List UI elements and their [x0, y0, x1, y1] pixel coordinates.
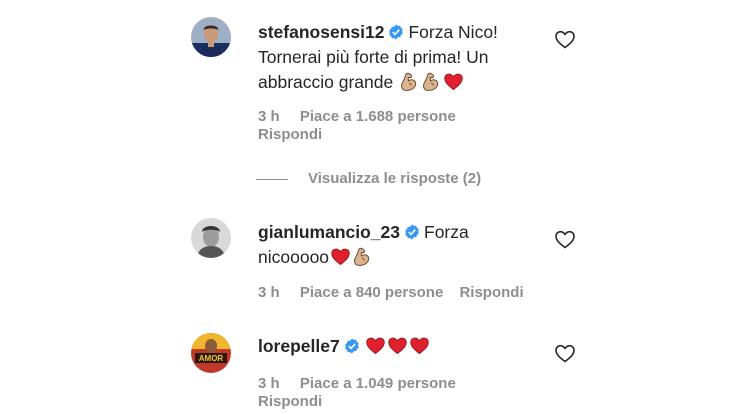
- likes-count[interactable]: Piace a 840 persone: [300, 283, 443, 303]
- view-replies-button[interactable]: Visualizza le risposte (2): [256, 170, 481, 187]
- timestamp: 3 h: [258, 284, 280, 301]
- flexed-biceps-icon: [401, 72, 417, 91]
- reply-button[interactable]: Rispondi: [459, 283, 523, 303]
- comment-text: Forza Nico!: [408, 22, 498, 42]
- like-heart-icon[interactable]: [554, 343, 576, 363]
- like-heart-icon[interactable]: [554, 29, 576, 49]
- reply-button[interactable]: Rispondi: [258, 125, 322, 145]
- verified-badge-icon: [388, 24, 405, 40]
- likes-count[interactable]: Piace a 1.049 persone: [300, 374, 456, 394]
- avatar-label: AMOR: [199, 354, 224, 363]
- flexed-biceps-icon: [354, 247, 370, 266]
- comment-text: Tornerai più forte di prima! Un: [258, 47, 489, 67]
- view-replies-label: Visualizza le risposte (2): [308, 170, 482, 187]
- like-heart-icon[interactable]: [554, 229, 576, 249]
- avatar[interactable]: [191, 17, 231, 57]
- comment-text: Forza: [424, 222, 469, 242]
- red-heart-icon: [366, 337, 385, 354]
- avatar[interactable]: [191, 218, 231, 258]
- divider-line: [256, 178, 288, 180]
- likes-count[interactable]: Piace a 1.688 persone: [300, 107, 456, 127]
- username[interactable]: lorepelle7: [258, 336, 340, 356]
- timestamp: 3 h: [258, 375, 280, 392]
- reply-button[interactable]: Rispondi: [258, 392, 322, 412]
- red-heart-icon: [444, 73, 463, 90]
- username[interactable]: gianlumancio_23: [258, 222, 400, 242]
- comment-text: abbraccio grande: [258, 72, 394, 92]
- red-heart-icon: [388, 337, 407, 354]
- verified-badge-icon: [344, 338, 360, 354]
- red-heart-icon: [410, 337, 429, 354]
- comment-text: nicooooo: [258, 247, 330, 267]
- timestamp: 3 h: [258, 108, 280, 125]
- flexed-biceps-icon: [423, 72, 439, 91]
- username[interactable]: stefanosensi12: [258, 22, 384, 42]
- verified-badge-icon: [404, 224, 420, 240]
- red-heart-icon: [331, 248, 350, 265]
- avatar[interactable]: AMOR: [191, 333, 231, 373]
